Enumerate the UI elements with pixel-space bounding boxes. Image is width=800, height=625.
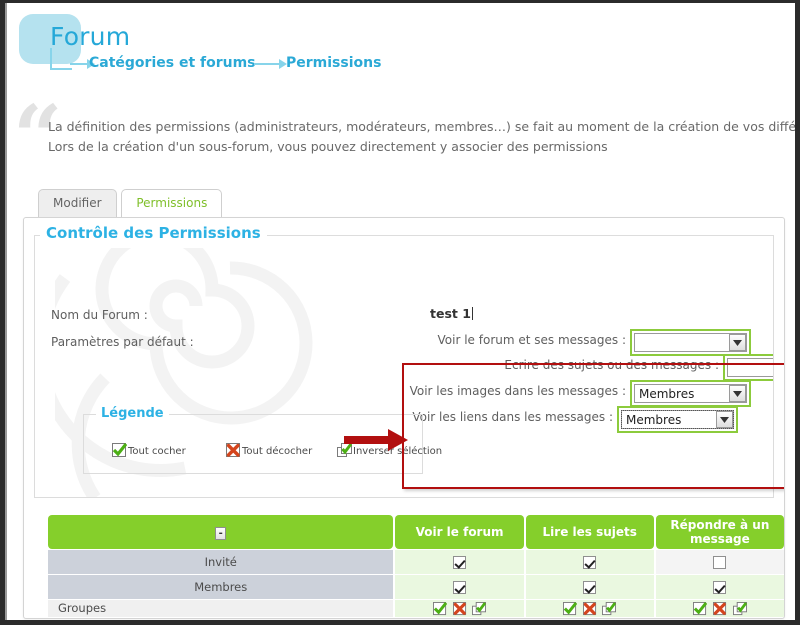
table-header-read-topics[interactable]: Lire les sujets [525, 515, 654, 549]
tab-permissions[interactable]: Permissions [121, 189, 223, 217]
table-header-collapse[interactable]: - [48, 515, 394, 549]
window-frame-inner-edge [5, 3, 7, 620]
invert-selection-icon[interactable] [472, 601, 487, 616]
select-write-posts[interactable] [727, 358, 773, 377]
forum-name-label: Nom du Forum : [51, 308, 148, 322]
cell-invite-view-forum[interactable] [395, 550, 524, 574]
table-header-view-forum[interactable]: Voir le forum [395, 515, 524, 549]
legend-label-uncheck-all: Tout décocher [242, 446, 313, 457]
row-label-invite: Invité [48, 550, 394, 574]
field-label-write-posts: Ecrire des sujets ou des messages : [504, 358, 719, 372]
page-title: Forum [50, 22, 131, 51]
field-label-view-forum: Voir le forum et ses messages : [437, 333, 626, 347]
field-row-view-forum: Voir le forum et ses messages : [35, 331, 626, 351]
breadcrumb-elbow-connector [50, 48, 72, 70]
invert-selection-icon[interactable] [602, 601, 617, 616]
breadcrumb-item-permissions[interactable]: Permissions [286, 55, 381, 71]
field-label-view-links: Voir les liens dans les messages : [412, 410, 613, 424]
checkbox[interactable] [713, 556, 727, 569]
checkbox[interactable] [713, 581, 727, 594]
forum-name-value: test 1 [430, 306, 473, 321]
table-row: Invité [48, 550, 784, 574]
field-label-view-images: Voir les images dans les messages : [409, 384, 626, 398]
field-row-view-images: Voir les images dans les messages : [35, 382, 626, 402]
window-frame-bottom [0, 620, 800, 625]
window-frame-right [795, 0, 800, 625]
tab-bar: Modifier Permissions [38, 189, 223, 217]
settings-fieldset: Nom du Forum : Paramètres par défaut : t… [34, 235, 774, 498]
text-caret [471, 307, 473, 320]
group-actions-read-topics[interactable] [562, 601, 617, 616]
cell-groupes-view-forum[interactable] [395, 600, 524, 617]
checkbox[interactable] [583, 581, 597, 594]
check-all-icon[interactable] [693, 601, 708, 616]
select-view-images[interactable]: Membres [634, 384, 747, 403]
window-frame-left [0, 0, 5, 625]
legend-item-check-all[interactable]: Tout cocher [112, 443, 186, 458]
legend-title: Légende [96, 406, 169, 421]
row-label-groupes: Groupes [48, 600, 394, 617]
permissions-table: - Voir le forum Lire les sujets Répondre… [46, 514, 784, 618]
quotation-mark-icon: “ [13, 87, 63, 188]
window-frame-top [0, 0, 800, 3]
row-label-membres: Membres [48, 575, 394, 599]
permissions-panel: Contrôle des Permissions Nom du Forum : … [23, 217, 785, 619]
group-actions-reply[interactable] [692, 601, 747, 616]
uncheck-all-icon[interactable] [452, 601, 467, 616]
intro-line-1: La définition des permissions (administr… [48, 119, 795, 134]
select-view-forum[interactable] [634, 333, 747, 352]
breadcrumb-arrow-icon-2 [254, 59, 287, 69]
panel-title: Contrôle des Permissions [40, 224, 267, 242]
intro-line-2: Lors de la création d'un sous-forum, vou… [48, 139, 608, 154]
table-row: Membres [48, 575, 784, 599]
select-wrapper-write-posts [723, 354, 773, 381]
cell-invite-reply[interactable] [655, 550, 784, 574]
checkbox[interactable] [453, 556, 467, 569]
cell-membres-reply[interactable] [655, 575, 784, 599]
field-row-write-posts: Ecrire des sujets ou des messages : [35, 356, 719, 376]
legend-item-uncheck-all[interactable]: Tout décocher [226, 443, 312, 458]
check-all-icon[interactable] [432, 601, 448, 616]
select-wrapper-view-links: Membres [617, 406, 738, 433]
breadcrumb-arrow-icon-1 [70, 59, 95, 69]
select-wrapper-view-images: Membres [630, 380, 751, 407]
cell-invite-read-topics[interactable] [525, 550, 654, 574]
check-all-icon[interactable] [563, 601, 578, 616]
page-header: Forum Catégories et forums Permissions [7, 3, 795, 101]
intro-quote-block: “ La définition des permissions (adminis… [7, 95, 795, 181]
check-all-icon [112, 443, 128, 458]
table-header-row: - Voir le forum Lire les sujets Répondre… [48, 515, 784, 549]
cell-groupes-read-topics[interactable] [525, 600, 654, 617]
cell-groupes-reply[interactable] [655, 600, 784, 617]
table-header-reply-message[interactable]: Répondre à un message [655, 515, 784, 549]
page-content: Forum Catégories et forums Permissions “… [7, 3, 795, 620]
cell-membres-view-forum[interactable] [395, 575, 524, 599]
checkbox[interactable] [453, 581, 467, 594]
uncheck-all-icon [226, 443, 241, 458]
invert-selection-icon[interactable] [732, 601, 747, 616]
table-row: Groupes [48, 600, 784, 617]
select-view-links[interactable]: Membres [621, 410, 734, 429]
group-actions-view-forum[interactable] [432, 601, 487, 616]
uncheck-all-icon[interactable] [712, 601, 727, 616]
cell-membres-read-topics[interactable] [525, 575, 654, 599]
checkbox[interactable] [583, 556, 597, 569]
collapse-toggle-button[interactable]: - [215, 526, 227, 540]
breadcrumb-item-categories[interactable]: Catégories et forums [89, 55, 256, 71]
legend-label-check-all: Tout cocher [128, 446, 186, 457]
annotation-arrow-icon [344, 429, 408, 451]
tab-modifier[interactable]: Modifier [38, 189, 117, 217]
select-wrapper-view-forum [630, 329, 751, 356]
uncheck-all-icon[interactable] [582, 601, 597, 616]
